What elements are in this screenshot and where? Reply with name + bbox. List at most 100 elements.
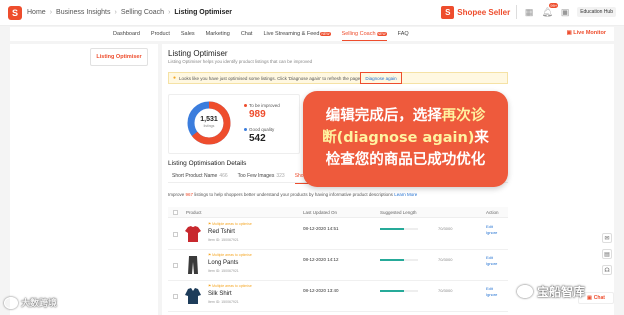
nav-sales[interactable]: Sales [181, 27, 195, 41]
callout-line-2: 断(diagnose again)来 [303, 127, 508, 149]
apps-grid-icon[interactable]: ▦ [523, 6, 535, 18]
row-checkbox[interactable] [173, 263, 178, 268]
wechat-icon [4, 296, 18, 309]
right-rail: ✉ ▤ ☊ [600, 233, 614, 275]
message-icon[interactable]: ✉ [602, 233, 612, 243]
nav-dashboard[interactable]: Dashboard [113, 27, 140, 41]
col-suggested-length: Suggested Length [380, 210, 417, 215]
product-name[interactable]: Long Pants [208, 260, 238, 266]
length-progress-fill [380, 228, 404, 230]
tab-count: 323 [276, 172, 285, 179]
length-fraction: 70/3000 [438, 226, 453, 231]
tab-too-few-images[interactable]: Too Few Images 323 [238, 169, 285, 183]
nav-live-streaming[interactable]: Live Streaming & Feed NEW [263, 27, 331, 41]
breadcrumb-business-insights[interactable]: Business Insights [56, 9, 110, 16]
nav-product[interactable]: Product [151, 27, 170, 41]
education-hub-link[interactable]: Education Hub [577, 7, 616, 17]
listings-donut-chart [187, 101, 231, 145]
live-monitor-link[interactable]: ▣ Live Monitor [567, 30, 606, 36]
learn-more-link[interactable]: Learn More [394, 192, 417, 197]
flag-text: Multiple areas to optimise [212, 222, 252, 226]
edit-link[interactable]: Edit [486, 224, 493, 229]
ignore-link[interactable]: Ignore [486, 292, 497, 297]
nav-live-streaming-label: Live Streaming & Feed [263, 31, 320, 37]
breadcrumb-selling-coach[interactable]: Selling Coach [121, 9, 164, 16]
sidebar-panel [10, 44, 158, 315]
ignore-link[interactable]: Ignore [486, 261, 497, 266]
last-updated: 08-12-2020 13:40 [303, 288, 339, 293]
legend-good-quality: Good quality [244, 127, 274, 132]
good-quality-value: 542 [249, 133, 266, 144]
product-id: Item ID: 150067921 [208, 269, 239, 273]
good-quality-label: Good quality [249, 127, 275, 132]
edit-link[interactable]: Edit [486, 255, 493, 260]
callout-text: 来 [474, 130, 489, 146]
education-icon[interactable]: ▣ [559, 6, 571, 18]
nav-selling-coach-label: Selling Coach [341, 31, 376, 37]
shopee-seller-brand[interactable]: S Shopee Seller [441, 5, 510, 19]
row-checkbox[interactable] [173, 232, 178, 237]
col-product: Product [186, 210, 202, 215]
legend-dot [244, 128, 247, 131]
edit-link[interactable]: Edit [486, 286, 493, 291]
details-title: Listing Optimisation Details [168, 160, 247, 167]
tab-count: 466 [219, 172, 228, 179]
optimise-flag: ⚑ Multiple areas to optimise [208, 222, 252, 226]
legend-to-improve: To be improved [244, 103, 280, 108]
callout-highlight: 断(diagnose again) [322, 130, 475, 146]
length-progress-fill [380, 290, 404, 292]
flag-text: Multiple areas to optimise [212, 253, 252, 257]
banner-text: Looks like you have just optimised some … [179, 75, 362, 81]
notification-badge: 99+ [549, 3, 559, 8]
table-row: ⚑ Multiple areas to optimise Silk Shirt … [168, 281, 508, 312]
callout-text: 编辑完成后，选择 [325, 108, 442, 124]
chat-bubble-icon[interactable]: ▤ [602, 249, 612, 259]
watermark-left: 大数跨境 [4, 296, 57, 309]
headset-icon[interactable]: ☊ [602, 265, 612, 275]
length-progress-fill [380, 259, 404, 261]
legend-dot [244, 104, 247, 107]
improve-pre: Improve [168, 192, 185, 197]
ignore-link[interactable]: Ignore [486, 230, 497, 235]
product-name[interactable]: Silk Shirt [208, 291, 232, 297]
optimise-flag: ⚑ Multiple areas to optimise [208, 253, 252, 257]
callout-line-3: 检查您的商品已成功优化 [325, 152, 486, 168]
divider [516, 5, 518, 19]
new-badge: NEW [320, 32, 331, 36]
breadcrumb: Home › Business Insights › Selling Coach… [27, 9, 232, 16]
bell-icon[interactable]: 🔔︎ 99+ [541, 3, 559, 18]
breadcrumb-home[interactable]: Home [27, 9, 46, 16]
flag-text: Multiple areas to optimise [212, 284, 252, 288]
select-all-checkbox[interactable] [173, 210, 178, 215]
col-last-updated: Last Updated On [303, 210, 338, 215]
optimised-banner: ● Looks like you have just optimised som… [168, 72, 508, 84]
chevron-right-icon: › [168, 9, 171, 16]
improve-count: 967 [185, 192, 194, 197]
nav-selling-coach[interactable]: Selling Coach NEW [341, 27, 387, 41]
watermark-right: 宝船智库 [517, 283, 585, 300]
shirt-image [185, 288, 201, 304]
sidebar-item-listing-optimiser[interactable]: Listing Optimiser [90, 48, 148, 66]
table-header: Product Last Updated On Suggested Length… [168, 207, 508, 218]
improve-post: listings to help shoppers better underst… [194, 192, 393, 197]
page-title: Listing Optimiser [168, 49, 228, 58]
last-updated: 08-12-2020 14:12 [303, 257, 339, 262]
page-subtitle: Listing Optimiser helps you identify pro… [168, 59, 313, 64]
annotation-callout: 编辑完成后，选择再次诊 断(diagnose again)来 检查您的商品已成功… [303, 91, 508, 187]
product-id: Item ID: 150067921 [208, 238, 239, 242]
callout-highlight: 再次诊 [441, 108, 486, 124]
tab-short-product-name[interactable]: Short Product Name 466 [172, 169, 228, 183]
live-monitor-label: Live Monitor [573, 30, 606, 36]
length-fraction: 70/3000 [438, 257, 453, 262]
nav-faq[interactable]: FAQ [398, 27, 409, 41]
row-checkbox[interactable] [173, 294, 178, 299]
nav-marketing[interactable]: Marketing [206, 27, 230, 41]
to-improve-label: To be improved [249, 103, 280, 108]
shopee-logo-icon[interactable]: S [8, 5, 22, 20]
length-progress-bar [380, 228, 418, 230]
diagnose-again-link[interactable]: Diagnose again [360, 72, 402, 84]
tab-label: Short Product Name [172, 172, 218, 179]
product-name[interactable]: Red Tshirt [208, 229, 235, 235]
length-fraction: 70/3000 [438, 288, 453, 293]
nav-chat[interactable]: Chat [241, 27, 253, 41]
